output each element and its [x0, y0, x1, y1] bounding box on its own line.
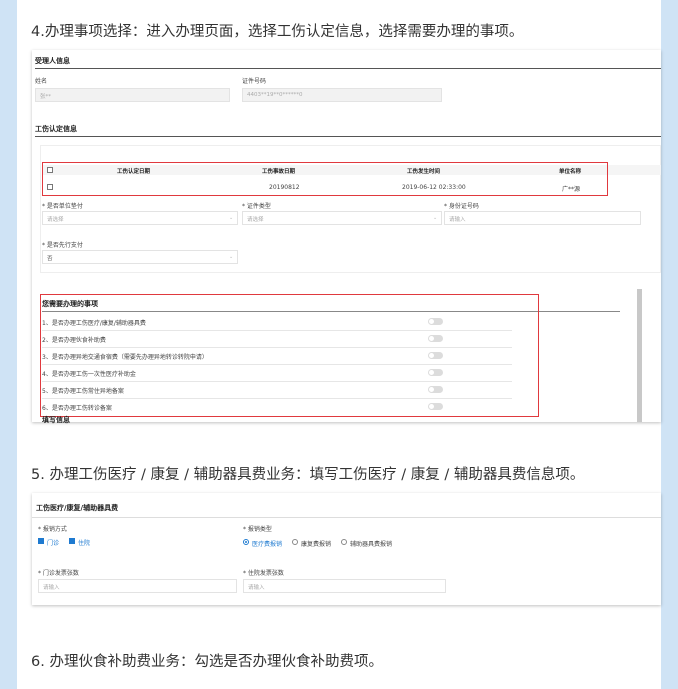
reimburse-type-label: * 报销类型 — [243, 526, 272, 533]
outpatient-invoice-input[interactable]: 请输入 — [38, 579, 237, 593]
id-number-field[interactable]: 4403**19**0******0 — [242, 88, 442, 102]
table-highlight-box — [42, 162, 608, 196]
article-content: 4.办理事项选择：进入办理页面，选择工伤认定信息，选择需要办理的事项。 受理人信… — [17, 0, 661, 689]
aid-device-radio-label: 辅助器具费报销 — [350, 541, 393, 548]
outpatient-invoice-label: * 门诊发票张数 — [38, 570, 79, 577]
name-label: 姓名 — [35, 78, 48, 85]
advance-pay-label: * 是否先行支付 — [42, 242, 83, 249]
fill-info-title: 填写信息 — [42, 416, 70, 424]
reimburse-method-label: * 报销方式 — [38, 526, 67, 533]
step-6-text: 6. 办理伙食补助费业务：勾选是否办理伙食补助费项。 — [31, 654, 383, 670]
inpatient-label: 住院 — [78, 540, 91, 547]
right-page-border — [661, 0, 678, 689]
screenshot-matter-selection: 受理人信息 姓名 张** 证件号码 4403**19**0******0 工伤认… — [32, 50, 661, 424]
section-divider — [32, 517, 661, 518]
aid-device-radio[interactable] — [341, 539, 347, 545]
inpatient-checkbox[interactable] — [69, 538, 75, 544]
id-no-label: * 身份证号码 — [444, 203, 479, 210]
scrollbar[interactable] — [637, 289, 642, 422]
chevron-down-icon: ⌄ — [229, 215, 234, 221]
screenshot-medical-fee-form: 工伤医疗/康复/辅助器具费 * 报销方式 门诊 住院 * 报销类型 医疗费报销 … — [32, 493, 661, 605]
unit-pay-label: * 是否单位垫付 — [42, 203, 83, 210]
medical-radio-label: 医疗费报销 — [252, 541, 283, 548]
id-no-input[interactable]: 请输入 — [444, 211, 641, 225]
step-5-text: 5. 办理工伤医疗 / 康复 / 辅助器具费业务：填写工伤医疗 / 康复 / 辅… — [31, 467, 585, 483]
chevron-down-icon: ⌄ — [229, 254, 234, 260]
accepter-info-title: 受理人信息 — [35, 57, 70, 65]
section-divider — [35, 136, 661, 137]
name-field[interactable]: 张** — [35, 88, 230, 102]
cert-type-label: * 证件类型 — [242, 203, 271, 210]
section-divider — [35, 68, 661, 69]
unit-pay-select[interactable]: 请选择 — [42, 211, 238, 225]
matters-highlight-box — [40, 294, 539, 417]
injury-info-title: 工伤认定信息 — [35, 125, 77, 133]
medical-fee-title: 工伤医疗/康复/辅助器具费 — [36, 504, 119, 512]
medical-radio[interactable] — [243, 539, 249, 545]
left-page-border — [0, 0, 17, 689]
step-4-text: 4.办理事项选择：进入办理页面，选择工伤认定信息，选择需要办理的事项。 — [31, 24, 524, 40]
inpatient-invoice-label: * 住院发票张数 — [243, 570, 284, 577]
cert-type-select[interactable]: 请选择 — [242, 211, 442, 225]
id-number-label: 证件号码 — [242, 78, 267, 85]
inpatient-invoice-input[interactable]: 请输入 — [243, 579, 446, 593]
rehab-radio-label: 康复费报销 — [301, 541, 332, 548]
advance-pay-select[interactable]: 否 — [42, 250, 238, 264]
rehab-radio[interactable] — [292, 539, 298, 545]
outpatient-label: 门诊 — [47, 540, 60, 547]
outpatient-checkbox[interactable] — [38, 538, 44, 544]
chevron-down-icon: ⌄ — [433, 215, 438, 221]
